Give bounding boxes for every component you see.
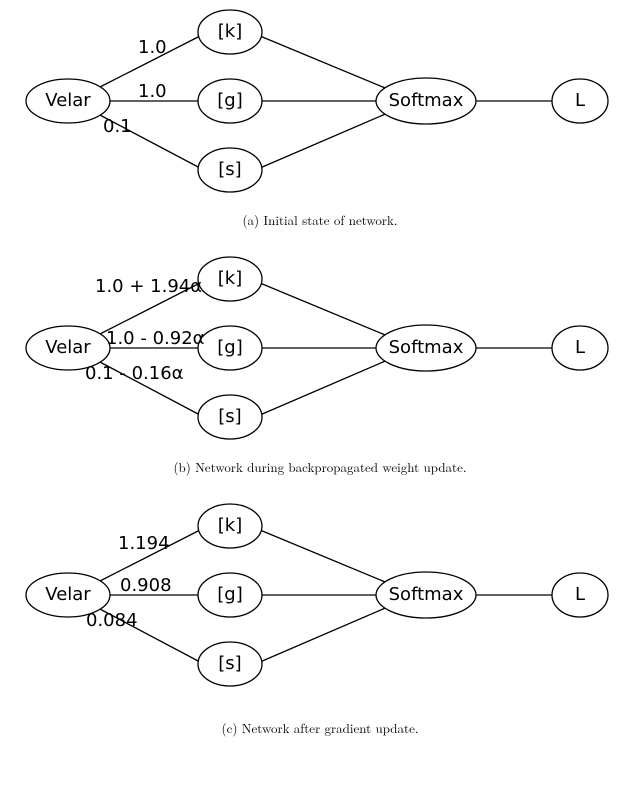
node-s-label: [s]	[218, 406, 241, 427]
node-softmax-label: Softmax	[389, 90, 464, 111]
page: Velar [k] [g] [s] Softmax L 1.0 1.0 0.1 …	[0, 0, 640, 787]
edge-s-softmax	[260, 359, 390, 415]
node-g-label: [g]	[217, 90, 242, 111]
edge-label-s: 0.1	[103, 116, 132, 137]
edge-label-k: 1.0	[138, 37, 167, 58]
node-g-label: [g]	[217, 337, 242, 358]
caption-a: (a) Initial state of network.	[0, 210, 640, 229]
caption-c: (c) Network after gradient update.	[0, 718, 640, 737]
edge-label-k: 1.0 + 1.94α	[95, 276, 202, 297]
node-loss-label: L	[575, 584, 585, 605]
node-s-label: [s]	[218, 653, 241, 674]
node-loss-label: L	[575, 337, 585, 358]
node-softmax-label: Softmax	[389, 584, 464, 605]
edge-s-softmax	[260, 606, 390, 662]
edge-label-g: 0.908	[120, 575, 172, 596]
edge-k-softmax	[260, 36, 390, 90]
node-velar-label: Velar	[45, 337, 91, 358]
edge-label-g: 1.0 - 0.92α	[106, 328, 205, 349]
edge-k-softmax	[260, 530, 390, 584]
edge-label-s: 0.084	[86, 610, 138, 631]
node-k-label: [k]	[218, 268, 242, 289]
node-g-label: [g]	[217, 584, 242, 605]
node-velar-label: Velar	[45, 90, 91, 111]
figure-b: Velar [k] [g] [s] Softmax L 1.0 + 1.94α …	[0, 247, 640, 457]
node-k-label: [k]	[218, 515, 242, 536]
node-k-label: [k]	[218, 21, 242, 42]
node-loss-label: L	[575, 90, 585, 111]
edge-label-g: 1.0	[138, 81, 167, 102]
caption-b: (b) Network during backpropagated weight…	[0, 457, 640, 476]
edge-s-softmax	[260, 112, 390, 168]
edge-label-k: 1.194	[118, 533, 170, 554]
figure-c: Velar [k] [g] [s] Softmax L 1.194 0.908 …	[0, 494, 640, 704]
node-softmax-label: Softmax	[389, 337, 464, 358]
edge-k-softmax	[260, 283, 390, 337]
edge-label-s: 0.1 - 0.16α	[85, 363, 184, 384]
figure-a: Velar [k] [g] [s] Softmax L 1.0 1.0 0.1	[0, 0, 640, 210]
node-velar-label: Velar	[45, 584, 91, 605]
node-s-label: [s]	[218, 159, 241, 180]
